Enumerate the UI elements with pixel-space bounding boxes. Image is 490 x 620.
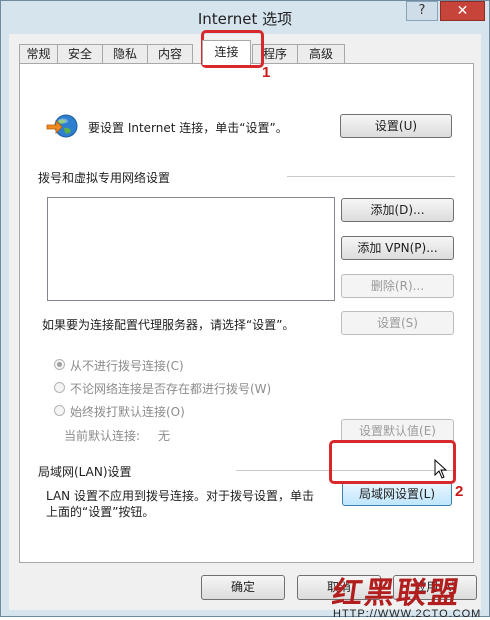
lan-section-title: 局域网(LAN)设置 xyxy=(38,465,132,479)
radio-label: 不论网络连接是否存在都进行拨号(W) xyxy=(70,382,272,396)
tab-advanced[interactable]: 高级 xyxy=(297,44,345,64)
tab-privacy[interactable]: 隐私 xyxy=(102,44,148,64)
help-button[interactable]: ? xyxy=(406,1,438,21)
radio-indicator[interactable] xyxy=(54,382,65,393)
section-divider xyxy=(287,176,455,177)
lan-info-line-1: LAN 设置不应用到拨号连接。对于拨号设置，单击 xyxy=(46,489,314,503)
dialup-section-title: 拨号和虚拟专用网络设置 xyxy=(38,171,171,185)
connection-list[interactable] xyxy=(47,197,335,301)
setup-instruction: 要设置 Internet 连接，单击“设置”。 xyxy=(88,121,288,135)
tab-content[interactable]: 内容 xyxy=(147,44,193,64)
tab-security[interactable]: 安全 xyxy=(57,44,103,64)
watermark: 红黑联盟 HTTP://WWW.2CTO.COM xyxy=(330,568,483,620)
radio-indicator[interactable] xyxy=(54,405,65,416)
proxy-instruction: 如果要为连接配置代理服务器，请选择“设置”。 xyxy=(42,318,295,332)
current-default-label: 当前默认连接: xyxy=(64,429,141,443)
radio-label: 从不进行拨号连接(C) xyxy=(70,359,184,373)
dialog-client-area: 常规 安全 隐私 内容 连接 程序 高级 要设置 Internet 连接，单击“… xyxy=(9,34,481,610)
internet-options-dialog: Internet 选项 ? ✕ 常规 安全 隐私 内容 连接 程序 高级 要设置… xyxy=(0,0,490,617)
add-button[interactable]: 添加(D)... xyxy=(341,198,454,222)
lan-settings-button[interactable]: 局域网设置(L) xyxy=(342,482,452,506)
close-button[interactable]: ✕ xyxy=(440,1,485,21)
lan-info-line-2: 上面的“设置”按钮。 xyxy=(46,505,155,519)
radio-label: 始终拨打默认连接(O) xyxy=(70,405,185,419)
watermark-brand: 红黑联盟 xyxy=(330,576,463,611)
ok-button[interactable]: 确定 xyxy=(201,575,285,600)
setup-button[interactable]: 设置(U) xyxy=(340,114,452,138)
connections-panel: 要设置 Internet 连接，单击“设置”。 设置(U) 拨号和虚拟专用网络设… xyxy=(19,63,474,563)
globe-connection-icon xyxy=(46,114,78,138)
tab-connections[interactable]: 连接 xyxy=(202,40,251,65)
radio-indicator[interactable] xyxy=(54,359,65,370)
current-default-value: 无 xyxy=(158,429,171,443)
add-vpn-button[interactable]: 添加 VPN(P)... xyxy=(341,236,454,260)
step-2-marker: 2 xyxy=(455,483,464,500)
step-1-marker: 1 xyxy=(262,64,271,81)
mouse-cursor-icon xyxy=(434,459,448,479)
tab-general[interactable]: 常规 xyxy=(19,44,58,64)
dialup-settings-button[interactable]: 设置(S) xyxy=(341,311,454,335)
delete-button[interactable]: 删除(R)... xyxy=(341,274,454,298)
